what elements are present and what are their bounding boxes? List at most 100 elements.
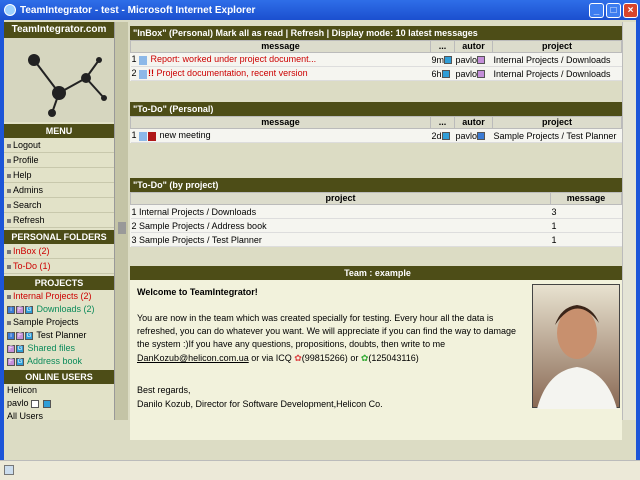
project-internal[interactable]: Internal Projects (2) — [4, 290, 114, 303]
close-button[interactable]: × — [623, 2, 638, 18]
message-autor[interactable]: pavlo — [456, 55, 478, 65]
col-message: message — [130, 40, 431, 53]
project-link[interactable]: 1 Internal Projects / Downloads — [130, 204, 551, 219]
col-message: message — [130, 116, 431, 129]
group-icon[interactable]: G — [25, 305, 33, 314]
minimize-button[interactable]: _ — [589, 2, 604, 18]
todo-header: "To-Do" (Personal) — [130, 102, 622, 116]
message-autor[interactable]: pavlo — [456, 69, 478, 79]
table-row[interactable]: 1 Report: worked under project document.… — [130, 52, 622, 67]
icq-number-2[interactable]: (125043116) — [368, 353, 418, 363]
project-link[interactable]: 3 Sample Projects / Test Planner — [130, 232, 551, 247]
table-row[interactable]: 1 new meeting 2d pavlo Sample Projects /… — [130, 128, 622, 143]
project-testplanner-label[interactable]: Test Planner — [36, 330, 86, 340]
inbox-header[interactable]: "InBox" (Personal) Mark all as read | Re… — [130, 26, 622, 40]
menu-help[interactable]: Help — [4, 168, 114, 183]
project-link[interactable]: 2 Sample Projects / Address book — [130, 218, 551, 233]
project-sample-address[interactable]: FG Address book — [4, 355, 114, 368]
folder-icon[interactable]: F — [7, 357, 15, 366]
message-icon — [139, 131, 148, 141]
menu-search-label[interactable]: Search — [13, 200, 42, 210]
arrow-icon — [441, 70, 450, 79]
message-icon[interactable] — [31, 399, 40, 408]
project-sample-shared[interactable]: FG Shared files — [4, 342, 114, 355]
folder-inbox[interactable]: InBox (2) — [4, 244, 114, 259]
info-icon[interactable]: i — [7, 305, 15, 314]
maximize-button[interactable]: □ — [606, 2, 621, 18]
bullet-icon — [7, 158, 11, 163]
menu-profile-label[interactable]: Profile — [13, 155, 39, 165]
title-bar: TeamIntegrator - test - Microsoft Intern… — [0, 0, 640, 20]
online-all-users[interactable]: All Users — [4, 410, 114, 423]
folder-icon[interactable]: F — [16, 331, 24, 340]
icq-icon[interactable] — [42, 399, 51, 408]
bullet-icon — [7, 320, 11, 325]
menu-help-label[interactable]: Help — [13, 170, 32, 180]
welcome-title: Welcome to TeamIntegrator! — [137, 287, 258, 297]
info-icon[interactable]: i — [7, 331, 15, 340]
col-age: ... — [430, 116, 455, 129]
menu-logout[interactable]: Logout — [4, 138, 114, 153]
email-link[interactable]: DanKozub@helicon.com.ua — [137, 353, 249, 363]
message-count: 1 — [550, 218, 622, 233]
all-users-label[interactable]: All Users — [7, 411, 43, 421]
project-downloads-label[interactable]: Downloads (2) — [37, 304, 95, 314]
menu-profile[interactable]: Profile — [4, 153, 114, 168]
message-link[interactable]: Report: worked under project document... — [151, 54, 317, 64]
message-project[interactable]: Sample Projects / Test Planner — [494, 131, 617, 141]
message-age: 2d — [431, 130, 442, 141]
folder-icon[interactable]: F — [16, 305, 24, 314]
message-link[interactable]: new meeting — [160, 130, 211, 140]
inbox-panel: "InBox" (Personal) Mark all as read | Re… — [130, 26, 622, 81]
contact-line: DanKozub@helicon.com.ua or via ICQ ✿(998… — [137, 352, 525, 365]
menu-admins[interactable]: Admins — [4, 183, 114, 198]
project-internal-label[interactable]: Internal Projects (2) — [13, 291, 92, 301]
window-title: TeamIntegrator - test - Microsoft Intern… — [20, 4, 256, 16]
menu-refresh-label[interactable]: Refresh — [13, 215, 45, 225]
menu-refresh[interactable]: Refresh — [4, 213, 114, 228]
message-count: 3 — [550, 204, 622, 219]
message-project[interactable]: Internal Projects / Downloads — [494, 55, 611, 65]
person-photo-icon — [537, 305, 617, 409]
table-row[interactable]: 3 Sample Projects / Test Planner 1 — [130, 232, 622, 247]
group-icon[interactable]: G — [16, 357, 24, 366]
online-user-label[interactable]: Helicon — [7, 385, 37, 395]
menu-logout-label[interactable]: Logout — [13, 140, 41, 150]
frame-splitter[interactable] — [114, 22, 128, 420]
project-sample-label[interactable]: Sample Projects — [13, 317, 79, 327]
menu-admins-label[interactable]: Admins — [13, 185, 43, 195]
todo-by-project-panel: "To-Do" (by project) project message 1 In… — [130, 178, 622, 247]
project-sample-testplanner[interactable]: iFG Test Planner — [4, 329, 114, 342]
message-project[interactable]: Internal Projects / Downloads — [494, 69, 611, 79]
message-autor[interactable]: pavlo — [456, 131, 478, 141]
icq-flower-icon: ✿ — [294, 353, 302, 363]
project-sample[interactable]: Sample Projects — [4, 316, 114, 329]
online-user-helicon[interactable]: Helicon — [4, 384, 114, 397]
row-number: 1 — [131, 54, 137, 65]
project-shared-label[interactable]: Shared files — [28, 343, 76, 353]
online-user-label[interactable]: pavlo — [7, 398, 29, 408]
group-icon[interactable]: G — [16, 344, 24, 353]
group-icon[interactable]: G — [25, 331, 33, 340]
team-panel: Team : example Welcome to TeamIntegrator… — [130, 266, 622, 440]
folder-inbox-label[interactable]: InBox (2) — [13, 246, 50, 256]
message-link[interactable]: Project documentation, recent version — [157, 68, 308, 78]
welcome-body: You are now in the team which was create… — [137, 313, 517, 349]
vertical-scrollbar[interactable] — [622, 22, 636, 420]
table-row[interactable]: 1 Internal Projects / Downloads 3 — [130, 204, 622, 219]
folder-todo-label[interactable]: To-Do (1) — [13, 261, 51, 271]
project-address-label[interactable]: Address book — [27, 356, 82, 366]
table-row[interactable]: 2 Sample Projects / Address book 1 — [130, 218, 622, 233]
personal-folders-header: PERSONAL FOLDERS — [4, 230, 114, 244]
ie-page-icon — [4, 465, 14, 475]
folder-icon[interactable]: F — [7, 344, 15, 353]
online-user-pavlo[interactable]: pavlo — [4, 397, 114, 410]
splitter-handle[interactable] — [118, 222, 126, 234]
menu-search[interactable]: Search — [4, 198, 114, 213]
icq-number-1[interactable]: (99815266) — [302, 353, 348, 363]
projects-header: PROJECTS — [4, 276, 114, 290]
folder-todo[interactable]: To-Do (1) — [4, 259, 114, 274]
table-row[interactable]: 2 !! Project documentation, recent versi… — [130, 66, 622, 81]
project-internal-downloads[interactable]: iFG Downloads (2) — [4, 303, 114, 316]
icq-text: or via ICQ — [248, 353, 295, 363]
